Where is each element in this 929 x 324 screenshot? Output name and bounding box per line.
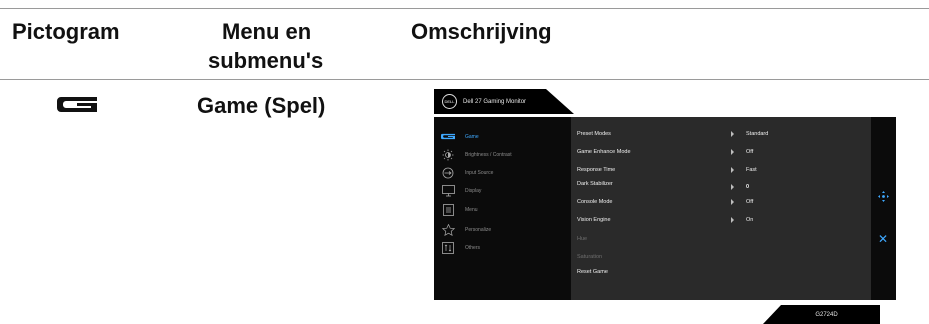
arrow-right-icon — [731, 217, 734, 223]
option-row-response-time[interactable]: Response Time Fast — [571, 165, 871, 177]
arrow-right-icon — [731, 131, 734, 137]
option-label: Dark Stabilizer — [577, 181, 613, 187]
menu-item-display[interactable]: Display — [434, 182, 571, 199]
menu-item-game[interactable]: Game — [434, 128, 571, 145]
option-row-game-enhance-mode[interactable]: Game Enhance Mode Off — [571, 147, 871, 159]
option-value: Standard — [746, 131, 769, 137]
header-menu-line1: Menu en — [222, 19, 312, 44]
menu-item-label: Game — [465, 133, 479, 140]
option-row-saturation: Saturation — [571, 252, 871, 264]
option-value: Fast — [746, 167, 757, 173]
game-icon — [441, 131, 455, 143]
option-row-hue: Hue — [571, 234, 871, 246]
osd-submenu: Preset Modes Standard Game Enhance Mode … — [571, 117, 871, 300]
osd-main-menu: Game Brightness / Contrast Input Source … — [434, 117, 571, 300]
option-row-console-mode[interactable]: Console Mode Off — [571, 197, 871, 209]
menu-item-label: Input Source — [465, 169, 494, 176]
header-rule — [0, 79, 929, 80]
option-row-reset-game[interactable]: Reset Game — [571, 267, 871, 279]
menu-icon — [441, 203, 455, 216]
header-menu-line2: submenu's — [208, 48, 324, 73]
menu-item-brightness-contrast[interactable]: Brightness / Contrast — [434, 146, 571, 163]
menu-item-personalize[interactable]: Personalize — [434, 221, 571, 238]
dell-logo: DELL — [442, 94, 457, 109]
menu-item-menu[interactable]: Menu — [434, 201, 571, 218]
option-row-vision-engine[interactable]: Vision Engine On — [571, 215, 871, 227]
arrow-right-icon — [731, 199, 734, 205]
option-label: Saturation — [577, 254, 603, 260]
option-label: Vision Engine — [577, 217, 611, 223]
brightness-icon — [441, 149, 455, 161]
display-icon — [441, 184, 455, 197]
option-label: Hue — [577, 236, 588, 242]
option-value: Off — [746, 199, 754, 205]
osd-title-tab: DELL Dell 27 Gaming Monitor — [434, 89, 574, 114]
close-icon[interactable]: ✕ — [878, 233, 888, 245]
header-description: Omschrijving — [411, 19, 552, 44]
option-value: Off — [746, 149, 754, 155]
option-value: On — [746, 217, 754, 223]
others-icon — [441, 241, 455, 254]
osd-body: Game Brightness / Contrast Input Source … — [434, 117, 896, 300]
menu-item-label: Brightness / Contrast — [465, 151, 512, 158]
header-pictogram: Pictogram — [12, 19, 120, 44]
game-icon — [57, 97, 97, 117]
menu-item-label: Display — [465, 187, 482, 194]
monitor-title: Dell 27 Gaming Monitor — [463, 98, 527, 105]
navigate-icon[interactable] — [878, 189, 889, 202]
menu-item-label: Personalize — [465, 226, 492, 233]
menu-name: Game (Spel) — [197, 93, 326, 118]
option-label: Reset Game — [577, 269, 608, 275]
menu-item-label: Menu — [465, 206, 478, 213]
menu-item-others[interactable]: Others — [434, 239, 571, 256]
option-row-dark-stabilizer[interactable]: Dark Stabilizer 0 — [571, 179, 871, 191]
osd-nav-column: ✕ — [871, 117, 896, 300]
option-label: Preset Modes — [577, 131, 611, 137]
star-icon — [441, 223, 455, 236]
arrow-right-icon — [731, 184, 734, 190]
arrow-right-icon — [731, 149, 734, 155]
menu-item-label: Others — [465, 244, 481, 251]
option-value: 0 — [746, 184, 750, 190]
option-label: Console Mode — [577, 199, 613, 205]
osd-screenshot: DELL Dell 27 Gaming Monitor Game Brightn… — [434, 89, 896, 300]
option-label: Response Time — [577, 167, 616, 173]
option-row-preset-modes[interactable]: Preset Modes Standard — [571, 129, 871, 141]
option-label: Game Enhance Mode — [577, 149, 631, 155]
input-source-icon — [441, 167, 455, 179]
model-tab: G2724D — [763, 305, 880, 324]
arrow-right-icon — [731, 167, 734, 173]
menu-item-input-source[interactable]: Input Source — [434, 164, 571, 181]
top-rule — [0, 8, 929, 9]
